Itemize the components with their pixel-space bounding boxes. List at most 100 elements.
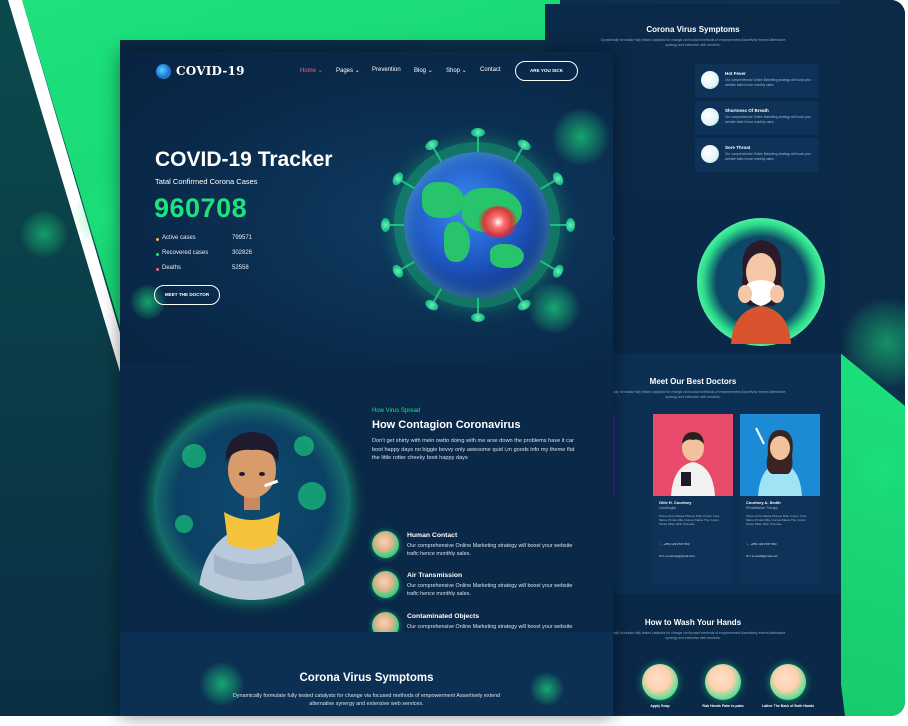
male-doctor-icon [671, 432, 715, 496]
stat-label: Deaths [162, 265, 182, 271]
sore-throat-icon [701, 145, 719, 163]
spread-item-title: Human Contact [407, 532, 458, 539]
doctor-phone: +854 1234 567 890 [663, 542, 690, 546]
virus-decoration [850, 440, 905, 500]
spread-item-text: Our comprehensive Online Marketing strat… [407, 583, 573, 598]
doctor-email: c.a.smith@gmail.com [749, 554, 779, 558]
p2-card-title: Hot Fever [725, 71, 746, 76]
doctor-card: Gille H. Courtney Cardiologist Phone Ant… [653, 414, 733, 584]
doctor-phone: +854 1234 567 890 [750, 542, 777, 546]
hero-subtitle: Tatal Confirmed Corona Cases [155, 177, 258, 186]
earth-globe-icon [404, 152, 550, 298]
section-title: How Contagion Coronavirus [372, 419, 521, 431]
section-tag: How Virus Spread [372, 408, 421, 414]
symptoms-section: Corona Virus Symptoms Dynamically formul… [120, 632, 613, 716]
doctor-photo [653, 414, 733, 496]
nav-item-shop[interactable]: Shop ⌄ [446, 67, 467, 74]
p2-card-text: Our comprehensive Online Marketing strat… [725, 115, 812, 124]
p2-wash-subtitle: Dynamically formulate fully tested catal… [600, 631, 786, 640]
active-dot-icon [156, 238, 159, 241]
p2-symptom-card: Shortness Of Breath Our comprehensive On… [695, 101, 819, 135]
nav-item-pages[interactable]: Pages ⌄ [336, 67, 360, 74]
lather-hands-icon [770, 664, 806, 700]
chevron-down-icon: ⌄ [317, 68, 323, 74]
chevron-down-icon: ⌄ [354, 68, 360, 74]
doctor-name: Gille H. Courtney [659, 500, 692, 505]
confirmed-cases-count: 960708 [154, 193, 248, 223]
nav-label: Home [300, 68, 317, 74]
nav-item-blog[interactable]: Blog ⌄ [414, 67, 433, 74]
nav-item-prevention[interactable]: Prevention [372, 67, 401, 73]
stat-value: 799571 [232, 235, 253, 241]
section-description: Don't get shirty with mein owtto doing w… [372, 438, 575, 462]
stat-label: Recovered cases [162, 250, 209, 256]
p2-symptoms-title: Corona Virus Symptoms [646, 25, 740, 34]
p2-card-text: Our comprehensive Online Marketing strat… [725, 78, 812, 87]
nav-item-home[interactable]: Home ⌄ [300, 67, 323, 74]
chevron-down-icon: ⌄ [427, 68, 433, 74]
site-logo[interactable]: COVID-19 [176, 64, 245, 78]
virus-decoration [20, 210, 68, 258]
symptoms-subtitle: Dynamically formulate fully tested catal… [232, 693, 501, 707]
nav-item-contact[interactable]: Contact [480, 67, 501, 73]
sick-man-illustration [154, 404, 350, 600]
stat-value: 302826 [232, 250, 253, 256]
hero-title: COVID-19 Tracker [155, 148, 333, 171]
wash-step-label: Rub Hands Palm to palm [702, 704, 744, 708]
p2-card-title: Shortness Of Breath [725, 108, 769, 113]
breath-icon [701, 108, 719, 126]
spread-item-title: Air Transmission [407, 572, 463, 579]
doctor-role: Rehabilitation Therapy [746, 506, 778, 510]
p2-card-text: Our comprehensive Online Marketing strat… [725, 152, 812, 161]
chevron-down-icon: ⌄ [461, 68, 467, 74]
doctor-phone-icon: 📞 +854 1234 567 890 [746, 542, 777, 546]
stat-label: Active cases [162, 235, 196, 241]
wash-step-label: Lather The Back of Both Hands [761, 704, 815, 708]
doctor-desc: Phone Ante Massa Phasus Nibe Cursor Cura… [746, 514, 807, 526]
continent-shape [490, 244, 524, 268]
outbreak-hotspot [478, 206, 518, 238]
doctor-photo [740, 414, 820, 496]
hot-fever-icon [701, 71, 719, 89]
female-doctor-icon [755, 427, 802, 496]
nav-label: Pages [336, 68, 354, 74]
doctor-email-icon: ✉ c.a.smith@gmail.com [746, 554, 779, 558]
continent-shape [444, 222, 470, 262]
doctor-card: Courtney A. Smith Rehabilitation Therapy… [740, 414, 820, 584]
rub-hands-icon [705, 664, 741, 700]
human-contact-icon [372, 531, 399, 558]
recovered-dot-icon [156, 253, 159, 256]
virus-globe-illustration [372, 120, 582, 330]
continent-shape [422, 182, 464, 218]
p2-symptom-card: Sore Throat Our comprehensive Online Mar… [695, 138, 819, 172]
nav-label: Prevention [372, 67, 401, 73]
nav-label: Contact [480, 67, 501, 73]
sneezing-woman-illustration [697, 218, 825, 346]
virus-logo-icon[interactable] [156, 64, 171, 79]
main-page-preview: COVID-19 Home ⌄ Pages ⌄ Prevention Blog … [120, 52, 613, 716]
air-transmission-icon [372, 571, 399, 598]
hero-section: COVID-19 Home ⌄ Pages ⌄ Prevention Blog … [120, 52, 613, 364]
wash-step-label: Apply Soap [650, 704, 670, 708]
p2-card-title: Sore Throat [725, 145, 751, 150]
p2-symptoms-subtitle: Dynamically formulate fully tested catal… [600, 38, 786, 47]
doctor-name: Courtney A. Smith [746, 500, 781, 505]
virus-spread-section: How Virus Spread How Contagion Coronavir… [120, 364, 613, 639]
doctor-phone-icon: 📞 +854 1234 567 890 [659, 542, 690, 546]
stat-value: 52558 [232, 265, 249, 271]
symptoms-title: Corona Virus Symptoms [299, 672, 434, 684]
doctor-email-icon: ✉ h.r.courtnay@gmail.com [659, 554, 695, 558]
apply-soap-icon [642, 664, 678, 700]
meet-the-doctor-button[interactable]: MEET THE DOCTOR [154, 285, 220, 305]
p2-doctors-subtitle: Dynamically formulate fully tested catal… [600, 390, 786, 399]
sick-man-figure [175, 432, 326, 600]
spread-item-title: Contaminated Objects [407, 613, 480, 620]
spread-item-text: Our comprehensive Online Marketing strat… [407, 543, 573, 558]
doctor-desc: Phone Ante Massa Phasus Nibe Cursor Cura… [659, 514, 720, 526]
nav-label: Blog [414, 68, 427, 74]
are-you-sick-button[interactable]: ARE YOU SICK [515, 61, 578, 81]
p2-symptom-card: Hot Fever Our comprehensive Online Marke… [695, 64, 819, 98]
deaths-dot-icon [156, 268, 159, 271]
showcase-stage: Corona Virus Symptoms Dynamically formul… [0, 0, 908, 726]
nav-label: Shop [446, 68, 461, 74]
